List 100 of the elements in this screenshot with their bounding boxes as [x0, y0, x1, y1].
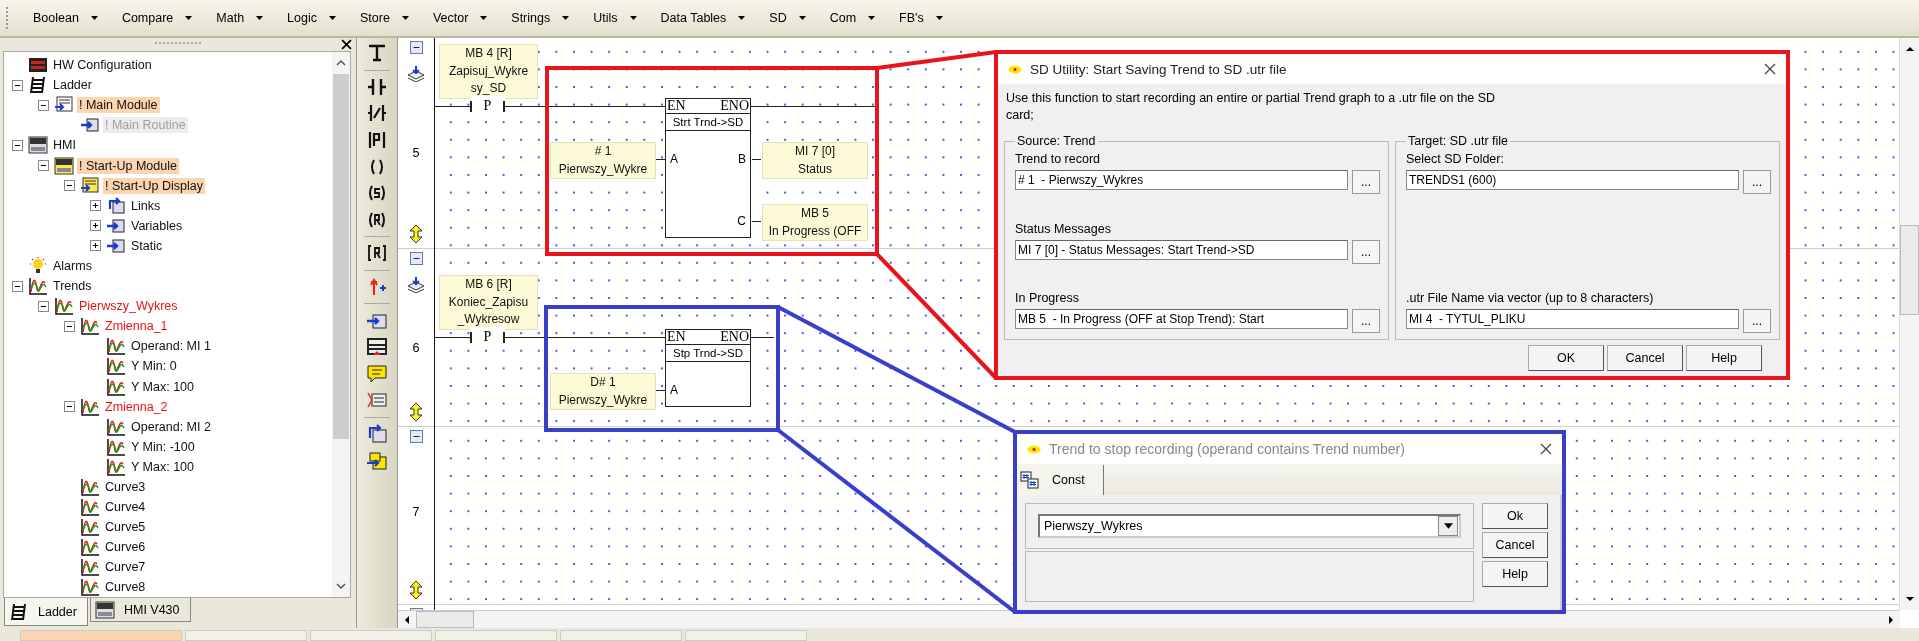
rung-stack-icon[interactable]: [406, 277, 426, 293]
menu-item[interactable]: Store: [348, 8, 421, 28]
panel-tab[interactable]: HMI V430: [89, 598, 191, 622]
contact-icon[interactable]: [366, 76, 388, 97]
scrollbar[interactable]: [332, 52, 350, 597]
menu-item[interactable]: Boolean: [21, 8, 110, 28]
tree-item[interactable]: Alarms: [51, 258, 94, 274]
operand-label[interactable]: MB 4 [R] Zapisuj_Wykre sy_SD: [439, 44, 538, 99]
contact-icon[interactable]: [366, 103, 388, 124]
resize-handle[interactable]: [409, 224, 423, 244]
scroll-right-icon[interactable]: [1887, 614, 1895, 625]
function-block[interactable]: EN ENO Strt Trnd->SD A B C: [665, 98, 751, 238]
menu-item[interactable]: Compare: [109, 8, 205, 28]
panel-tab[interactable]: Ladder: [4, 598, 88, 626]
tree-item[interactable]: ! Start-Up Display: [103, 177, 205, 194]
collapse-toggle[interactable]: [64, 401, 75, 413]
tree-item[interactable]: Curve7: [103, 559, 148, 576]
display-icon[interactable]: [366, 337, 388, 358]
dialog-button[interactable]: Help: [1482, 561, 1548, 587]
expand-toggle[interactable]: [90, 220, 101, 232]
tree-item[interactable]: HMI: [51, 137, 78, 154]
tab[interactable]: Const: [1017, 465, 1104, 495]
input-field[interactable]: MI 7 [0] - Status Messages: Start Trend->SD: [1015, 239, 1348, 260]
input-field[interactable]: TRENDS1 (600): [1406, 170, 1739, 190]
menu-item[interactable]: FB's: [887, 8, 955, 28]
scroll-thumb[interactable]: [1900, 225, 1919, 315]
tree-item[interactable]: Y Min: -100: [129, 438, 197, 455]
collapse-toggle[interactable]: [12, 139, 23, 151]
input-field[interactable]: MB 5 - In Progress (OFF at Stop Trend): Start: [1015, 309, 1348, 329]
close-icon[interactable]: [1764, 63, 1776, 75]
comment-icon[interactable]: [366, 363, 388, 384]
tree-item[interactable]: Y Max: 100: [129, 458, 196, 475]
menu-item[interactable]: Logic: [275, 8, 348, 28]
operand-label[interactable]: MB 6 [R] Koniec_Zapisu _Wykresow: [439, 275, 538, 330]
browse-button[interactable]: ...: [1743, 170, 1771, 194]
rung-stack-icon[interactable]: [406, 66, 426, 82]
collapse-toggle[interactable]: [409, 41, 423, 54]
input-field[interactable]: # 1 - Pierwszy_Wykres: [1015, 170, 1348, 190]
drag-handle[interactable]: [155, 42, 201, 47]
dialog-button[interactable]: Ok: [1482, 503, 1548, 529]
operand-label[interactable]: # 1 Pierwszy_Wykre: [550, 142, 656, 179]
tree-item[interactable]: HW Configuration: [51, 57, 154, 74]
tree-item[interactable]: Static: [129, 237, 165, 254]
dialog-button[interactable]: OK: [1528, 345, 1604, 371]
dialog-button[interactable]: Cancel: [1607, 345, 1683, 371]
close-icon[interactable]: [341, 39, 352, 50]
menu-item[interactable]: Vector: [420, 8, 500, 28]
scroll-thumb[interactable]: [333, 74, 349, 439]
resize-handle[interactable]: [409, 580, 423, 600]
function-block[interactable]: EN ENO Stp Trnd->SD A: [665, 329, 751, 407]
close-icon[interactable]: [1540, 443, 1552, 455]
collapse-toggle[interactable]: [64, 180, 75, 192]
tree-item[interactable]: Zmienna_2: [103, 398, 170, 415]
tree-item[interactable]: ! Main Module: [77, 97, 160, 114]
dropdown[interactable]: Pierwszy_Wykres: [1038, 514, 1461, 538]
coil-icon[interactable]: [366, 243, 388, 264]
operand-label[interactable]: D# 1 Pierwszy_Wykre: [550, 373, 656, 410]
tree-item[interactable]: Zmienna_1: [103, 318, 170, 335]
arrow-in-icon[interactable]: [366, 450, 388, 471]
browse-button[interactable]: ...: [1352, 239, 1380, 264]
tree-item[interactable]: Curve8: [103, 579, 148, 596]
tree-item[interactable]: Operand: MI 2: [129, 418, 213, 435]
scroll-thumb[interactable]: [416, 611, 474, 628]
menu-item[interactable]: Data Tables: [648, 8, 758, 28]
collapse-toggle[interactable]: [12, 79, 23, 91]
operand-label[interactable]: MI 7 [0] Status: [762, 142, 868, 179]
browse-button[interactable]: ...: [1743, 309, 1771, 333]
tree-item[interactable]: Variables: [129, 217, 185, 234]
resize-handle[interactable]: [409, 402, 423, 422]
scrollbar[interactable]: [398, 610, 1900, 628]
dialog-button[interactable]: Cancel: [1482, 532, 1548, 558]
tree-item[interactable]: Links: [129, 197, 163, 214]
tree-item[interactable]: Curve5: [103, 519, 148, 536]
scrollbar[interactable]: [1899, 38, 1919, 610]
tree-item[interactable]: Y Max: 100: [129, 378, 196, 395]
operand-label[interactable]: MB 5 In Progress (OFF: [762, 204, 868, 241]
input-field[interactable]: MI 4 - TYTUL_PLIKU: [1406, 309, 1739, 329]
browse-button[interactable]: ...: [1352, 309, 1380, 333]
collapse-toggle[interactable]: [38, 99, 49, 111]
branch-icon[interactable]: [366, 43, 388, 64]
collapse-toggle[interactable]: [64, 320, 75, 332]
collapse-toggle[interactable]: [38, 160, 49, 171]
tree-item[interactable]: Curve3: [103, 479, 148, 495]
tree-item[interactable]: Trends: [51, 278, 94, 295]
tree-item[interactable]: Pierwszy_Wykres: [77, 298, 180, 315]
expand-toggle[interactable]: [90, 240, 101, 252]
expand-toggle[interactable]: [90, 200, 101, 212]
collapse-toggle[interactable]: [409, 252, 423, 265]
collapse-toggle[interactable]: [38, 300, 49, 312]
tree-item[interactable]: Y Min: 0: [129, 358, 179, 375]
scroll-left-icon[interactable]: [403, 614, 411, 625]
collapse-toggle[interactable]: [12, 280, 23, 292]
arrow-in-icon[interactable]: [366, 424, 388, 444]
tree-item[interactable]: Curve4: [103, 499, 148, 516]
menu-item[interactable]: Strings: [499, 8, 582, 28]
tree-item[interactable]: Curve6: [103, 539, 148, 556]
menu-item[interactable]: Com: [817, 8, 888, 28]
menu-item[interactable]: Utils: [581, 8, 649, 28]
browse-button[interactable]: ...: [1352, 170, 1380, 194]
tree-item[interactable]: Ladder: [51, 77, 94, 94]
